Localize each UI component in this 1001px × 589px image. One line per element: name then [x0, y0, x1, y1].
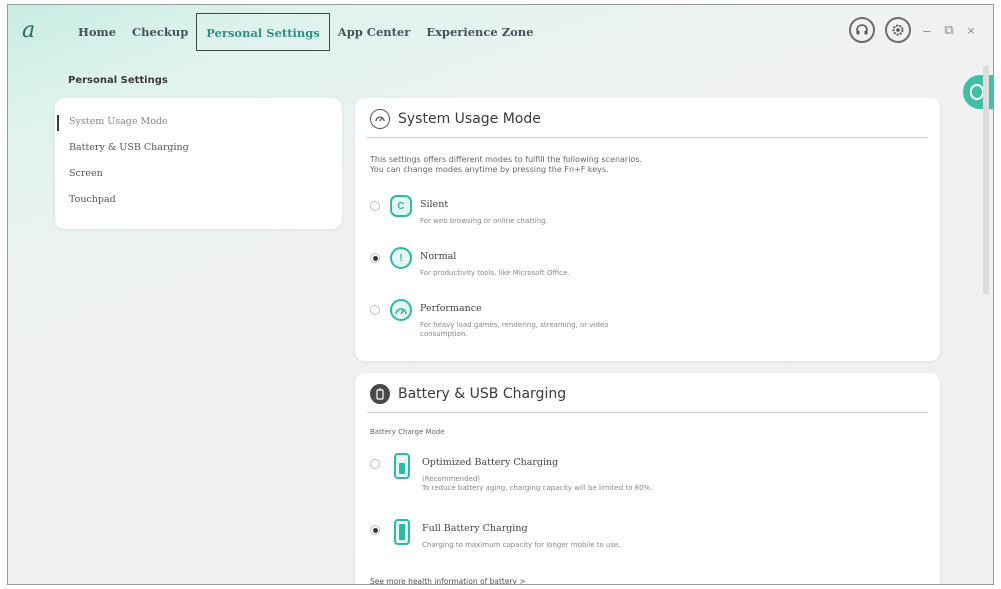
radio-full-charging[interactable] — [370, 525, 380, 535]
option-label: Full Battery Charging — [422, 523, 528, 534]
battery-usb-charging-card: Battery & USB Charging Battery Charge Mo… — [355, 373, 940, 584]
option-description: For productivity tools, like Microsoft O… — [420, 269, 570, 277]
radio-performance[interactable] — [370, 305, 380, 315]
battery-full-icon — [394, 519, 410, 545]
headset-support-icon[interactable] — [849, 17, 875, 43]
option-full-battery-charging[interactable]: Full Battery Charging Charging to maximu… — [370, 519, 621, 550]
option-description: Charging to maximum capacity for longer … — [422, 541, 621, 549]
divider — [367, 137, 928, 138]
restore-icon[interactable]: ⧉ — [943, 22, 955, 38]
gauge-icon: ! — [390, 247, 412, 269]
battery-health-link[interactable]: See more health information of battery > — [370, 577, 526, 584]
option-description-line: (Recommended) — [422, 475, 481, 483]
option-description-line: consumption. — [420, 330, 468, 338]
card-title: System Usage Mode — [398, 111, 541, 127]
divider — [367, 412, 928, 413]
nav-tab-checkup[interactable]: Checkup — [124, 13, 196, 51]
option-label: Normal — [420, 251, 457, 262]
radio-optimized-charging[interactable] — [370, 459, 380, 469]
page-title: Personal Settings — [68, 75, 168, 86]
option-description: For heavy load games, rendering, streami… — [420, 321, 609, 339]
option-label: Silent — [420, 199, 449, 210]
radio-normal[interactable] — [370, 253, 380, 263]
battery-icon — [370, 384, 390, 404]
nav-tab-experience-zone[interactable]: Experience Zone — [418, 13, 541, 51]
option-label: Performance — [420, 303, 482, 314]
sidebar-item-screen[interactable]: Screen — [55, 167, 342, 193]
top-right-controls: – ⧉ × — [849, 17, 977, 43]
minimize-icon[interactable]: – — [921, 23, 933, 38]
battery-partial-icon — [394, 453, 410, 479]
nav-tab-home[interactable]: Home — [70, 13, 124, 51]
option-optimized-battery-charging[interactable]: Optimized Battery Charging (Recommended)… — [370, 453, 652, 493]
card-title: Battery & USB Charging — [398, 386, 567, 402]
app-logo-icon: a — [22, 18, 36, 43]
card-header: System Usage Mode — [370, 109, 541, 129]
nav-tab-personal-settings[interactable]: Personal Settings — [196, 13, 330, 51]
section-label: Battery Charge Mode — [370, 428, 445, 436]
option-performance[interactable]: Performance For heavy load games, render… — [370, 299, 609, 339]
option-normal[interactable]: ! Normal For productivity tools, like Mi… — [370, 247, 570, 278]
settings-gear-icon[interactable] — [885, 17, 911, 43]
option-label: Optimized Battery Charging — [422, 457, 559, 468]
settings-side-menu: System Usage Mode Battery & USB Charging… — [55, 98, 342, 229]
main-nav: Home Checkup Personal Settings App Cente… — [70, 13, 541, 51]
nav-tab-app-center[interactable]: App Center — [330, 13, 419, 51]
leaf-icon: C — [390, 195, 412, 217]
option-description: For web browsing or online chatting. — [420, 217, 548, 225]
scrollbar[interactable] — [982, 61, 990, 581]
option-description-line: For heavy load games, rendering, streami… — [420, 321, 609, 329]
top-bar: a Home Checkup Personal Settings App Cen… — [8, 5, 993, 59]
description-line: You can change modes anytime by pressing… — [370, 165, 609, 174]
option-description: (Recommended) To reduce battery aging, c… — [422, 475, 652, 493]
close-icon[interactable]: × — [965, 23, 977, 38]
app-window: a Home Checkup Personal Settings App Cen… — [7, 4, 994, 585]
sidebar-item-touchpad[interactable]: Touchpad — [55, 193, 342, 219]
system-usage-mode-card: System Usage Mode This settings offers d… — [355, 98, 940, 361]
scrollbar-thumb[interactable] — [983, 65, 989, 295]
sidebar-item-system-usage-mode[interactable]: System Usage Mode — [55, 115, 342, 141]
system-mode-icon — [370, 109, 390, 129]
card-header: Battery & USB Charging — [370, 384, 566, 404]
radio-silent[interactable] — [370, 201, 380, 211]
option-silent[interactable]: C Silent For web browsing or online chat… — [370, 195, 548, 226]
sidebar-item-battery-usb-charging[interactable]: Battery & USB Charging — [55, 141, 342, 167]
description-line: This settings offers different modes to … — [370, 155, 643, 164]
option-description-line: To reduce battery aging, charging capaci… — [422, 484, 653, 492]
speedometer-icon — [390, 299, 412, 321]
